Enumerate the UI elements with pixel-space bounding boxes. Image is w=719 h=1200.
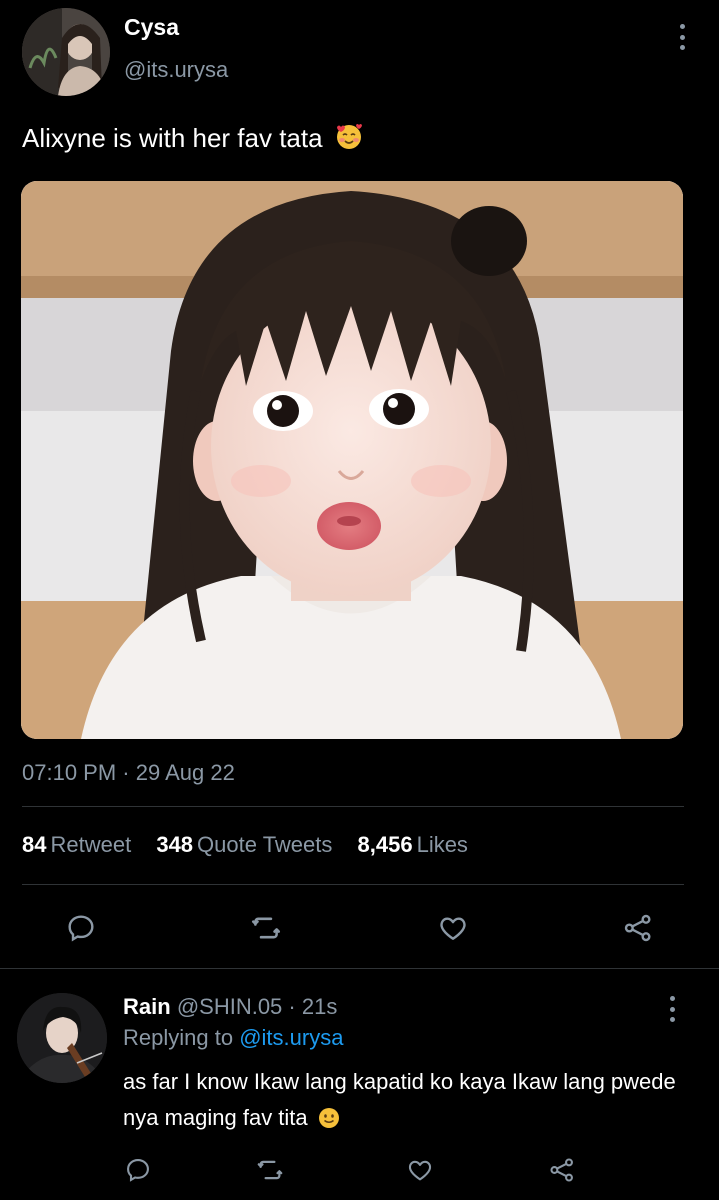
tweet-stats: 84 Retweet 348 Quote Tweets 8,456 Likes — [22, 832, 487, 858]
reply-author-handle[interactable]: @SHIN.05 — [177, 994, 282, 1019]
tweet-text: Alixyne is with her fav tata — [22, 121, 364, 158]
reply-retweet-icon[interactable] — [248, 1148, 292, 1192]
likes-count: 8,456 — [357, 832, 413, 857]
share-icon[interactable] — [616, 906, 660, 950]
reply-icon[interactable] — [59, 906, 103, 950]
quote-tweets-stat[interactable]: 348 Quote Tweets — [156, 832, 357, 857]
replying-to-mention[interactable]: @its.urysa — [239, 1025, 343, 1050]
reply-author-avatar[interactable] — [17, 993, 107, 1083]
replying-to: Replying to @its.urysa — [123, 1025, 343, 1051]
reply-author-name[interactable]: Rain — [123, 994, 171, 1019]
tweet-timestamp[interactable]: 07:10 PM · 29 Aug 22 — [22, 760, 235, 786]
reply-like-icon[interactable] — [398, 1148, 442, 1192]
quote-tweets-label: Quote Tweets — [197, 832, 333, 857]
reply-reply-icon[interactable] — [116, 1148, 160, 1192]
author-handle[interactable]: @its.urysa — [124, 57, 228, 83]
slightly-smiling-face-icon — [318, 1104, 340, 1140]
retweet-stat[interactable]: 84 Retweet — [22, 832, 156, 857]
retweet-icon[interactable] — [244, 906, 288, 950]
reply-text-content: as far I know Ikaw lang kapatid ko kaya … — [123, 1069, 676, 1130]
likes-label: Likes — [416, 832, 468, 857]
author-avatar[interactable] — [22, 8, 110, 96]
replying-to-prefix: Replying to — [123, 1025, 240, 1050]
reply-more-options-icon[interactable] — [666, 996, 678, 1022]
divider — [22, 806, 684, 807]
likes-stat[interactable]: 8,456 Likes — [358, 832, 487, 857]
divider — [22, 884, 684, 885]
divider — [0, 968, 719, 969]
more-options-icon[interactable] — [676, 24, 688, 50]
reply-header: Rain @SHIN.05 · 21s — [123, 994, 337, 1020]
retweet-label: Retweet — [50, 832, 132, 857]
reply-separator: · — [282, 994, 302, 1019]
like-icon[interactable] — [431, 906, 475, 950]
reply-share-icon[interactable] — [540, 1148, 584, 1192]
reply-text: as far I know Ikaw lang kapatid ko kaya … — [123, 1064, 693, 1140]
retweet-count: 84 — [22, 832, 47, 857]
quote-tweets-count: 348 — [156, 832, 194, 857]
author-name[interactable]: Cysa — [124, 14, 179, 41]
tweet-photo[interactable] — [21, 181, 683, 739]
smiling-face-with-hearts-icon — [334, 121, 364, 158]
tweet-text-content: Alixyne is with her fav tata — [22, 123, 323, 153]
reply-time[interactable]: 21s — [302, 994, 337, 1019]
